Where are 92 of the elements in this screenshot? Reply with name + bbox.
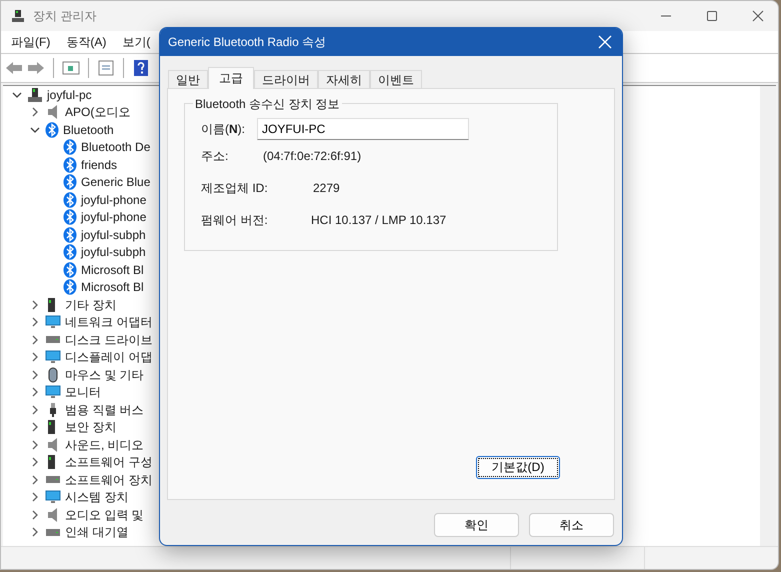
tree-item[interactable]: 인쇄 대기열 [65,524,128,540]
monitor-icon [45,349,61,366]
tree-item[interactable]: joyful-phone [81,192,146,208]
computer-icon [11,9,25,23]
tree-item[interactable]: 소프트웨어 장치 [65,472,152,488]
collapsed-chevron-icon[interactable] [30,510,40,520]
document-icon[interactable] [97,60,115,76]
group-title: Bluetooth 송수신 장치 정보 [193,96,342,113]
bluetooth-icon [63,139,77,156]
menu-item[interactable]: 보기( [122,34,150,50]
collapsed-chevron-icon[interactable] [30,387,40,398]
monitor-icon [45,314,61,330]
bluetooth-icon [63,262,77,278]
field-label: 제조업체 ID: [201,180,269,196]
tree-item[interactable]: Bluetooth [63,122,114,138]
tree-item[interactable]: 보안 장치 [65,419,116,436]
collapsed-chevron-icon[interactable] [30,352,40,362]
help-icon[interactable] [132,59,150,77]
tree-item[interactable]: Microsoft Bl [81,262,144,278]
scrollbar[interactable] [760,86,776,546]
collapsed-chevron-icon[interactable] [30,422,40,432]
tab[interactable]: 드라이버 [254,70,318,88]
tree-item[interactable]: Microsoft Bl [81,279,144,296]
field-value: HCI 10.137 / LMP 10.137 [311,213,446,227]
collapsed-chevron-icon[interactable] [30,440,40,450]
tab[interactable]: 고급 [208,67,254,89]
collapsed-chevron-icon[interactable] [30,334,40,345]
bluetooth-icon [63,192,77,208]
tab[interactable]: 자세히 [318,70,370,88]
dialog-button[interactable]: 확인 [434,513,519,537]
collapsed-chevron-icon[interactable] [30,457,40,468]
expanded-chevron-icon[interactable] [30,124,40,135]
tab[interactable]: 이벤트 [370,70,422,88]
field-label: 주소: [201,148,230,164]
computer-icon [27,86,43,103]
dialog-button[interactable]: 취소 [529,513,614,537]
monitor-icon [45,384,61,400]
default-button[interactable]: 기본값(D) [476,456,560,479]
tree-item[interactable]: joyful-subph [81,226,146,243]
name-field[interactable]: JOYFUI-PC [257,118,469,140]
tree-item[interactable]: 소프트웨어 구성 [65,454,152,470]
forward-icon[interactable] [27,60,45,76]
drive-icon [46,476,60,484]
collapsed-chevron-icon[interactable] [30,300,40,310]
window-icon[interactable] [62,60,80,76]
tree-item[interactable]: 기타 장치 [65,296,116,313]
collapsed-chevron-icon[interactable] [30,317,40,328]
tree-item[interactable]: 범용 직렬 버스 [65,402,144,418]
back-icon[interactable] [5,60,23,76]
tree-item[interactable]: joyful-pc [47,86,92,103]
bluetooth-icon [63,209,77,226]
tree-item[interactable]: 디스플레이 어댑 [65,349,152,366]
tree-item[interactable]: joyful-subph [81,244,146,260]
tree-item[interactable]: 오디오 입력 및 [65,506,144,523]
tree-item[interactable]: joyful-phone [81,209,146,226]
window-title: 장치 관리자 [33,8,96,24]
tab[interactable]: 일반 [168,70,208,88]
bluetooth-icon [63,226,77,243]
tree-item[interactable]: Bluetooth De [81,139,150,156]
collapsed-chevron-icon[interactable] [30,107,40,118]
tree-item[interactable]: 마우스 및 기타 [65,366,144,383]
tree-item[interactable]: Generic Blue [81,174,150,190]
tree-item[interactable]: 디스크 드라이브 [65,332,152,348]
tree-item[interactable]: 사운드, 비디오 [65,436,144,453]
tree-item[interactable]: 시스템 장치 [65,489,128,506]
drive-icon [46,528,60,536]
tree-item[interactable]: 모니터 [65,384,101,400]
close-icon[interactable] [752,10,764,22]
collapsed-chevron-icon[interactable] [30,492,40,502]
bluetooth-icon [63,244,77,260]
bluetooth-icon [63,156,77,173]
tree-item[interactable]: friends [81,156,118,173]
expanded-chevron-icon[interactable] [12,90,22,100]
menu-item[interactable]: 파일(F) [11,34,50,50]
field-value: (04:7f:0e:72:6f:91) [263,149,362,163]
field-label: 펌웨어 버전: [201,212,269,228]
field-label: 이름(N): [201,120,246,138]
bluetooth-icon [63,279,77,296]
maximize-icon[interactable] [706,10,718,22]
collapsed-chevron-icon[interactable] [30,474,40,485]
collapsed-chevron-icon[interactable] [30,370,40,380]
drive-icon [46,336,60,344]
tree-item[interactable]: APO(오디오 [65,104,130,120]
dialog-title: Generic Bluetooth Radio 속성 [168,34,326,50]
collapsed-chevron-icon[interactable] [30,404,40,415]
menu-item[interactable]: 동작(A) [66,34,106,50]
monitor-icon [45,489,61,506]
tree-item[interactable]: 네트워크 어댑터 [65,314,152,330]
bluetooth-icon [63,174,77,190]
bluetooth-icon [45,122,59,138]
field-value: 2279 [313,181,340,195]
collapsed-chevron-icon[interactable] [30,527,40,538]
